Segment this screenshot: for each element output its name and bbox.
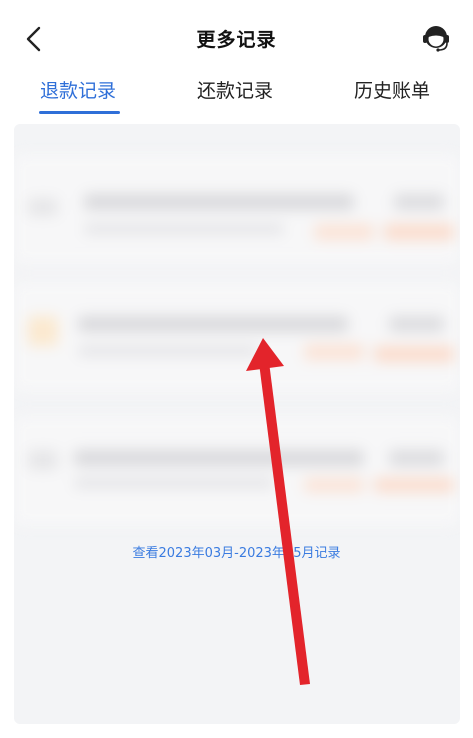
customer-service-icon: [423, 26, 449, 52]
tab-history-bills[interactable]: 历史账单: [354, 76, 430, 103]
list-item[interactable]: [14, 154, 460, 264]
more-records-link[interactable]: 查看2023年03月-2023年05月记录: [0, 542, 473, 561]
page-title: 更多记录: [196, 29, 277, 51]
active-tab-indicator: [39, 111, 120, 114]
header: 更多记录: [0, 0, 473, 78]
records-list[interactable]: [14, 124, 460, 724]
list-item[interactable]: [14, 282, 460, 392]
tab-repayment-records[interactable]: 还款记录: [197, 76, 273, 103]
list-item[interactable]: [14, 416, 460, 526]
tab-refund-records[interactable]: 退款记录: [40, 76, 116, 103]
customer-service-button[interactable]: [418, 20, 454, 56]
blurred-records: [14, 124, 460, 724]
tab-bar: 退款记录 还款记录 历史账单: [0, 70, 473, 114]
